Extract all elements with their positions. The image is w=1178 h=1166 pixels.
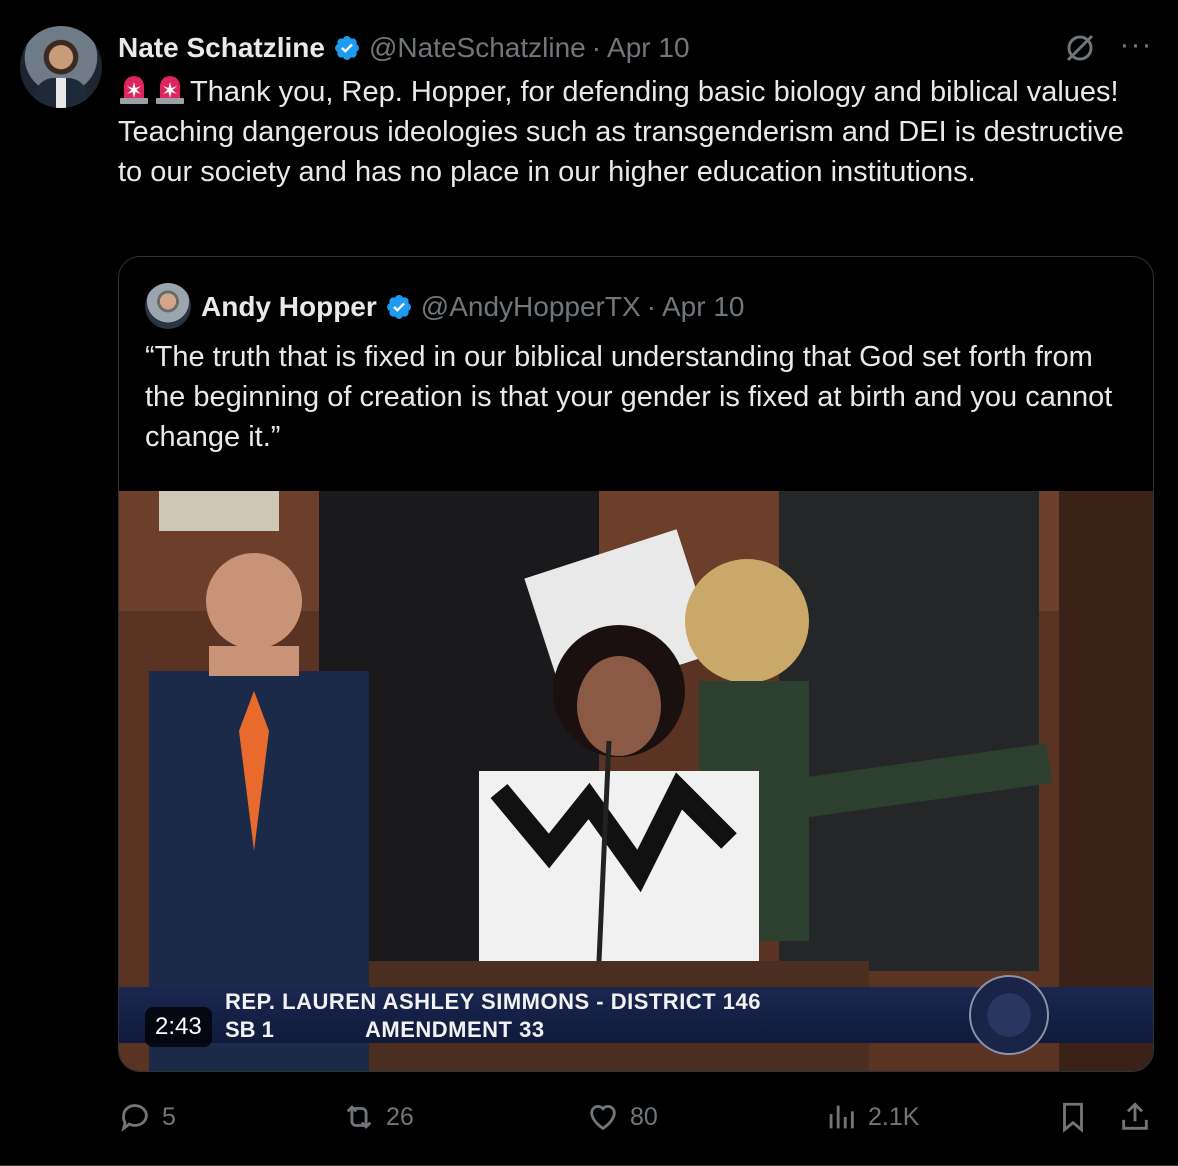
tweet-header: Nate Schatzline @NateSchatzline · Apr 10 [118,28,690,68]
author-name[interactable]: Nate Schatzline [118,32,325,64]
siren-emoji-icon [156,76,184,104]
bookmark-button[interactable] [1056,1094,1100,1140]
views-chart-icon [829,1105,854,1129]
reply-button[interactable]: 5 [118,1094,176,1140]
video-duration: 2:43 [145,1007,212,1047]
tweet-actions: 5 26 80 2.1K [118,1094,1158,1140]
video-player[interactable]: REP. LAUREN ASHLEY SIMMONS - DISTRICT 14… [119,491,1153,1071]
repost-button[interactable]: 26 [342,1094,414,1140]
avatar-shirt [56,78,66,108]
author-avatar[interactable] [20,26,102,108]
tweet-text: Thank you, Rep. Hopper, for defending ba… [118,76,1124,188]
quote-author-name[interactable]: Andy Hopper [201,291,377,323]
views-count: 2.1K [868,1102,920,1131]
quote-header-separator: · [646,291,656,322]
repost-count: 26 [386,1102,414,1131]
quote-author-handle[interactable]: @AndyHopperTX [421,291,641,323]
chyron-line1: REP. LAUREN ASHLEY SIMMONS - DISTRICT 14… [225,989,761,1014]
verified-badge-icon [386,295,411,319]
share-icon [1122,1102,1148,1130]
siren-emoji-icon [120,76,148,104]
quoted-tweet[interactable]: Andy Hopper @AndyHopperTX · Apr 10 “The … [118,256,1154,1072]
reply-icon [121,1104,148,1132]
chyron-amendment: AMENDMENT 33 [365,1017,545,1042]
like-count: 80 [630,1102,658,1131]
tweet[interactable]: Nate Schatzline @NateSchatzline · Apr 10… [0,0,1178,1166]
quote-text: “The truth that is fixed in our biblical… [145,341,1113,453]
like-button[interactable]: 80 [586,1094,658,1140]
reply-count: 5 [162,1102,176,1131]
chyron-bill: SB 1 [225,1017,274,1042]
views-button[interactable]: 2.1K [824,1094,919,1140]
verified-badge-icon [334,36,359,60]
more-icon[interactable]: ··· [1118,30,1154,66]
house-seal-logo [969,975,1049,1055]
author-handle[interactable]: @NateSchatzline [369,32,586,64]
tweet-text-block: Thank you, Rep. Hopper, for defending ba… [118,72,1148,192]
grok-icon[interactable] [1062,30,1098,66]
header-separator: · [591,32,602,63]
quote-date[interactable]: Apr 10 [662,291,745,323]
quote-author-avatar[interactable] [145,283,191,329]
tweet-date[interactable]: Apr 10 [607,32,690,64]
bookmark-icon [1063,1102,1083,1133]
share-button[interactable] [1118,1094,1162,1140]
repost-icon [346,1105,372,1129]
heart-icon [590,1105,616,1131]
quote-header: Andy Hopper @AndyHopperTX · Apr 10 [201,287,744,327]
